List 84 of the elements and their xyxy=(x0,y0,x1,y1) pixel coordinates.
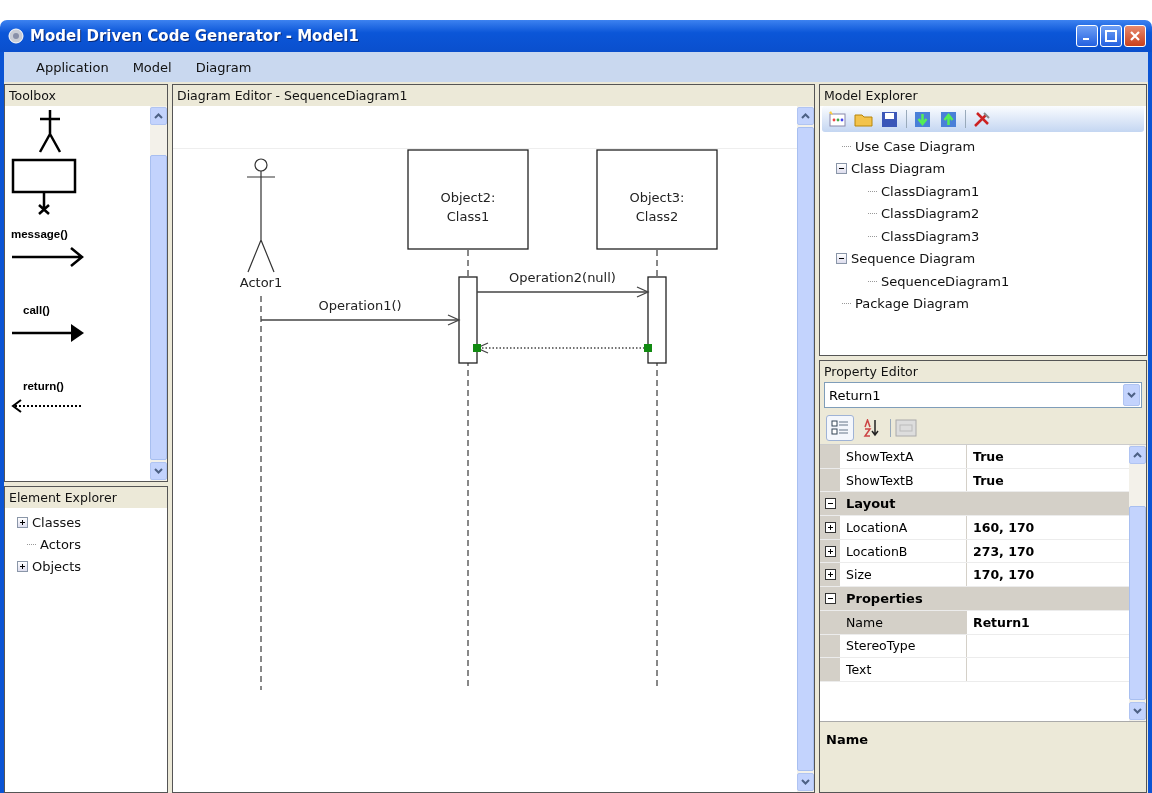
expand-icon[interactable] xyxy=(17,560,28,572)
caret-icon[interactable] xyxy=(1133,708,1142,714)
scrollbar[interactable] xyxy=(797,106,814,792)
scrollbar[interactable] xyxy=(150,106,167,481)
caret-icon[interactable] xyxy=(1127,392,1136,398)
menu-item[interactable]: Diagram xyxy=(183,59,264,75)
tree-item[interactable]: ClassDiagram1 xyxy=(881,183,980,199)
object-box[interactable] xyxy=(407,149,529,250)
object-label: Object3: Class2 xyxy=(629,190,685,224)
message-label: Operation2(null) xyxy=(509,270,616,285)
return-arrow[interactable] xyxy=(473,342,652,354)
category-label: Layout xyxy=(845,496,897,512)
tree-item[interactable]: Objects xyxy=(32,558,82,574)
menu-item[interactable]: Model xyxy=(120,59,184,75)
tree-item[interactable]: Package Diagram xyxy=(855,296,969,312)
expand-icon[interactable] xyxy=(17,516,28,528)
tree-item[interactable]: Actors xyxy=(40,536,81,552)
tree-item[interactable]: Sequence Diagram xyxy=(851,251,976,267)
activation-bar[interactable] xyxy=(647,276,667,364)
close-button[interactable] xyxy=(1124,25,1146,47)
panel-title: Diagram Editor - SequenceDiagram1 xyxy=(173,85,814,106)
list-icon[interactable] xyxy=(831,420,849,436)
tools-icon[interactable] xyxy=(972,110,992,128)
diagram-canvas[interactable]: Actor1 Object2: Class1 Object3: Class2 Operation1() Operation2(null) xyxy=(173,106,797,792)
caret-icon[interactable] xyxy=(1133,452,1142,458)
property-value[interactable]: 160, 170 xyxy=(967,519,1129,535)
maximize-button[interactable] xyxy=(1100,25,1122,47)
tree-item[interactable]: Class Diagram xyxy=(851,161,946,177)
menu-item[interactable]: Application xyxy=(24,59,121,75)
property-value[interactable]: 170, 170 xyxy=(967,567,1129,583)
minimize-button[interactable] xyxy=(1076,25,1098,47)
tool-label: call() xyxy=(23,304,50,316)
sort-icon[interactable] xyxy=(863,419,881,437)
filled-arrow-icon[interactable] xyxy=(11,322,85,344)
row-gutter xyxy=(820,634,840,658)
message-label: Operation1() xyxy=(318,298,402,313)
panel-title: Toolbox xyxy=(5,85,167,106)
caret-icon[interactable] xyxy=(154,468,163,474)
tree-item[interactable]: ClassDiagram2 xyxy=(881,206,980,222)
collapse-icon[interactable] xyxy=(824,498,836,510)
property-value[interactable]: 273, 170 xyxy=(967,543,1129,559)
collapse-icon[interactable] xyxy=(836,163,847,175)
object-label: Object2: Class1 xyxy=(440,190,496,224)
caret-icon[interactable] xyxy=(801,113,810,119)
collapse-icon[interactable] xyxy=(824,592,836,604)
maximize-icon[interactable] xyxy=(1105,30,1117,42)
tree-item[interactable]: ClassDiagram3 xyxy=(881,228,980,244)
panel-title: Element Explorer xyxy=(5,487,167,508)
panel-title: Model Explorer xyxy=(820,85,1146,106)
description-title: Name xyxy=(826,732,868,747)
expand-icon[interactable] xyxy=(824,569,836,581)
panel-title: Property Editor xyxy=(820,361,1146,382)
tree-item[interactable]: SequenceDiagram1 xyxy=(881,273,1010,289)
tree-item[interactable]: Use Case Diagram xyxy=(855,138,976,154)
app-icon xyxy=(8,28,24,44)
property-name[interactable]: Name xyxy=(840,610,967,634)
open-arrow-icon[interactable] xyxy=(11,246,85,268)
row-gutter xyxy=(820,658,840,681)
scrollbar[interactable] xyxy=(1129,445,1146,721)
caret-icon[interactable] xyxy=(154,113,163,119)
new-icon[interactable] xyxy=(828,110,848,128)
tree-item[interactable]: Classes xyxy=(32,514,81,530)
close-icon[interactable] xyxy=(1129,30,1141,42)
actor-figure[interactable] xyxy=(246,158,276,273)
message-arrow[interactable] xyxy=(260,314,460,326)
caret-icon[interactable] xyxy=(801,779,810,785)
activation-bar[interactable] xyxy=(458,276,478,364)
expand-icon[interactable] xyxy=(824,545,836,557)
property-value[interactable]: Return1 xyxy=(967,614,1129,630)
actor-label: Actor1 xyxy=(239,275,283,290)
collapse-icon[interactable] xyxy=(836,253,847,265)
object-lifeline-icon[interactable] xyxy=(11,158,77,216)
object-box[interactable] xyxy=(596,149,718,250)
tool-label: return() xyxy=(23,380,64,392)
categorized-view-button[interactable] xyxy=(826,415,854,441)
tool-label: message() xyxy=(11,228,68,240)
object-dropdown[interactable]: Return1 xyxy=(824,382,1142,408)
window-title: Model Driven Code Generator - Model1 xyxy=(30,27,360,45)
property-value[interactable]: True xyxy=(967,448,1129,464)
expand-icon[interactable] xyxy=(824,521,836,533)
category-label: Properties xyxy=(845,590,924,606)
property-value[interactable]: True xyxy=(967,472,1129,488)
message-arrow[interactable] xyxy=(476,286,649,298)
save-icon[interactable] xyxy=(880,110,900,128)
